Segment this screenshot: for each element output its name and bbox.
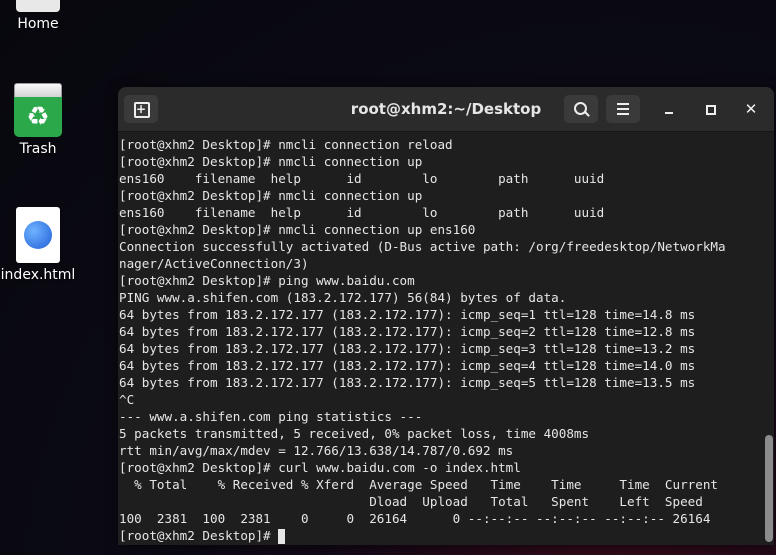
terminal-line: [root@xhm2 Desktop]# nmcli connection up	[119, 188, 423, 203]
terminal-line: % Total % Received % Xferd Average Speed…	[119, 477, 718, 492]
search-button[interactable]	[564, 95, 598, 123]
terminal-line: [root@xhm2 Desktop]# ping www.baidu.com	[119, 273, 415, 288]
scrollbar[interactable]	[763, 132, 774, 545]
terminal-line: --- www.a.shifen.com ping statistics ---	[119, 409, 423, 424]
minimize-button[interactable]	[652, 95, 686, 123]
html-file-icon	[16, 207, 60, 263]
terminal-line: ens160 filename help id lo path uuid	[119, 171, 605, 186]
prompt: [root@xhm2 Desktop]#	[119, 528, 279, 543]
scrollbar-thumb[interactable]	[765, 435, 773, 542]
hamburger-icon	[617, 103, 629, 115]
terminal-line: 64 bytes from 183.2.172.177 (183.2.172.1…	[119, 307, 696, 322]
terminal-line: Connection successfully activated (D-Bus…	[119, 239, 726, 254]
terminal-line: [root@xhm2 Desktop]# nmcli connection re…	[119, 137, 453, 152]
maximize-icon	[706, 105, 716, 115]
new-tab-button[interactable]: +	[124, 95, 158, 123]
maximize-button[interactable]	[693, 95, 727, 123]
terminal-line: 64 bytes from 183.2.172.177 (183.2.172.1…	[119, 341, 696, 356]
terminal-line: Dload Upload Total Spent Left Speed	[119, 494, 703, 509]
text-cursor	[278, 529, 286, 544]
terminal-window: + root@xhm2:~/Desktop ✕ [root@xhm2 Deskt…	[118, 87, 774, 545]
close-button[interactable]: ✕	[734, 95, 768, 123]
terminal-line: [root@xhm2 Desktop]# curl www.baidu.com …	[119, 460, 521, 475]
terminal-line: ens160 filename help id lo path uuid	[119, 205, 605, 220]
terminal-titlebar[interactable]: + root@xhm2:~/Desktop ✕	[118, 87, 774, 132]
terminal-line: PING www.a.shifen.com (183.2.172.177) 56…	[119, 290, 567, 305]
minimize-icon	[665, 112, 673, 114]
desktop-icon-label: Home	[17, 16, 59, 32]
terminal-line: [root@xhm2 Desktop]# nmcli connection up	[119, 154, 423, 169]
desktop-icon-trash[interactable]: ♻ Trash	[0, 83, 76, 157]
terminal-line: 100 2381 100 2381 0 0 26164 0 --:--:-- -…	[119, 511, 711, 526]
trash-icon: ♻	[14, 83, 62, 137]
terminal-output[interactable]: [root@xhm2 Desktop]# nmcli connection re…	[118, 132, 762, 545]
terminal-line: 64 bytes from 183.2.172.177 (183.2.172.1…	[119, 358, 696, 373]
desktop-icon-home[interactable]: Home	[0, 0, 76, 32]
terminal-line: rtt min/avg/max/mdev = 12.766/13.638/14.…	[119, 443, 514, 458]
terminal-line: [root@xhm2 Desktop]# nmcli connection up…	[119, 222, 476, 237]
menu-button[interactable]	[606, 95, 640, 123]
terminal-line: nager/ActiveConnection/3)	[119, 256, 309, 271]
terminal-line: 5 packets transmitted, 5 received, 0% pa…	[119, 426, 590, 441]
desktop-icon-index-html[interactable]: index.html	[0, 207, 76, 283]
desktop-icon-label: Trash	[19, 141, 57, 157]
terminal-line: ^C	[119, 392, 135, 407]
desktop-icon-label: index.html	[0, 267, 76, 283]
folder-icon	[16, 0, 60, 12]
terminal-prompt-line: [root@xhm2 Desktop]#	[119, 527, 762, 544]
terminal-line: 64 bytes from 183.2.172.177 (183.2.172.1…	[119, 375, 696, 390]
terminal-line: 64 bytes from 183.2.172.177 (183.2.172.1…	[119, 324, 696, 339]
close-icon: ✕	[744, 100, 758, 118]
